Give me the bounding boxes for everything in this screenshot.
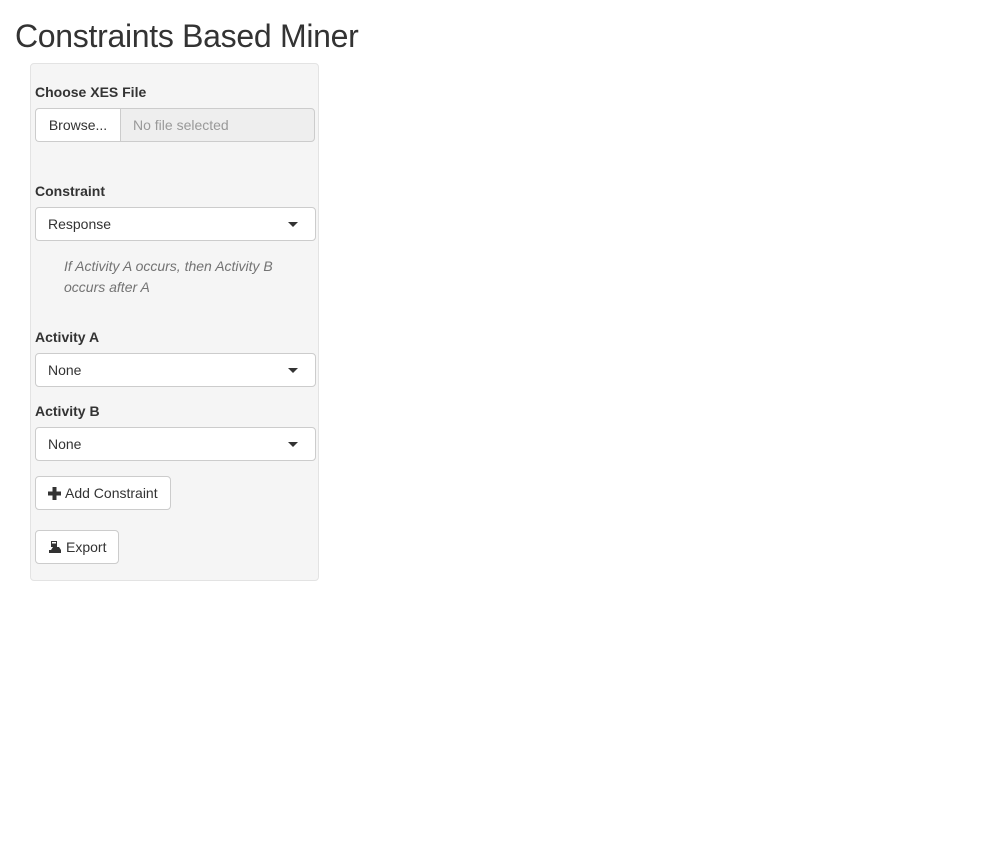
add-constraint-button[interactable]: Add Constraint [35, 476, 171, 510]
browse-button[interactable]: Browse... [35, 108, 120, 142]
page-title: Constraints Based Miner [15, 18, 359, 54]
sidebar-panel: Choose XES File Browse... No file select… [30, 63, 319, 581]
activity-b-select[interactable]: None [35, 427, 316, 461]
plus-icon [48, 486, 61, 500]
export-icon [48, 540, 62, 554]
export-label: Export [66, 539, 107, 555]
chevron-down-icon [288, 368, 298, 373]
constraint-selected-value: Response [48, 216, 112, 232]
constraint-label: Constraint [35, 183, 105, 199]
file-input-label: Choose XES File [35, 84, 147, 100]
activity-a-select[interactable]: None [35, 353, 316, 387]
activity-b-selected-value: None [48, 436, 82, 452]
file-name-display: No file selected [120, 108, 315, 142]
activity-a-label: Activity A [35, 329, 100, 345]
chevron-down-icon [288, 222, 298, 227]
add-constraint-label: Add Constraint [65, 485, 158, 501]
file-input-group: Browse... No file selected [35, 108, 315, 142]
activity-b-label: Activity B [35, 403, 100, 419]
constraint-description: If Activity A occurs, then Activity B oc… [64, 258, 273, 295]
activity-a-selected-value: None [48, 362, 82, 378]
constraint-select[interactable]: Response [35, 207, 316, 241]
chevron-down-icon [288, 442, 298, 447]
export-button[interactable]: Export [35, 530, 120, 564]
